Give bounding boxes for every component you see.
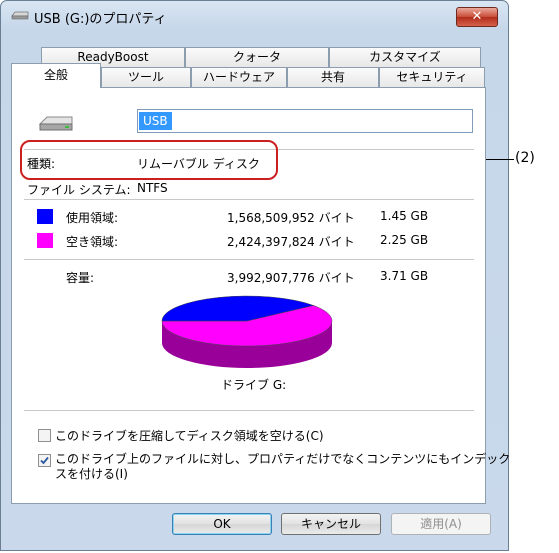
drive-icon xyxy=(38,116,73,131)
used-space-bytes: 1,568,509,952 バイト xyxy=(227,211,355,225)
close-button[interactable]: ✕ xyxy=(456,7,498,27)
compress-label[interactable]: このドライブを圧縮してディスク領域を空ける(C) xyxy=(55,427,324,444)
ok-button[interactable]: OK xyxy=(172,513,272,535)
compress-checkbox[interactable] xyxy=(38,429,51,442)
separator xyxy=(24,199,474,200)
separator xyxy=(24,410,474,411)
apply-button[interactable]: 適用(A) xyxy=(391,513,491,535)
free-space-bytes: 2,424,397,824 バイト xyxy=(227,235,355,249)
usb-drive-icon xyxy=(11,11,29,20)
window-title: USB (G:)のプロパティ xyxy=(34,12,167,27)
tab-tools[interactable]: ツール xyxy=(101,67,191,87)
separator xyxy=(24,259,474,260)
drive-letter-label: ドライブ G: xyxy=(221,378,287,392)
free-space-label: 空き領域: xyxy=(66,235,119,249)
free-space-size: 2.25 GB xyxy=(380,233,429,247)
tab-hardware[interactable]: ハードウェア xyxy=(191,67,287,87)
capacity-size: 3.71 GB xyxy=(380,269,429,283)
title-bar[interactable]: USB (G:)のプロパティ ✕ xyxy=(1,1,508,31)
used-space-size: 1.45 GB xyxy=(380,209,429,223)
filesystem-label: ファイル システム: xyxy=(27,183,131,197)
disk-usage-pie-chart xyxy=(161,295,333,368)
tab-sharing[interactable]: 共有 xyxy=(287,67,379,87)
drive-name-input[interactable]: USB xyxy=(137,109,473,133)
cancel-button[interactable]: キャンセル xyxy=(281,513,381,535)
free-space-swatch xyxy=(37,233,53,248)
tab-customize[interactable]: カスタマイズ xyxy=(329,47,481,67)
used-space-swatch xyxy=(37,209,53,224)
capacity-bytes: 3,992,907,776 バイト xyxy=(227,271,355,285)
index-label-line2[interactable]: スを付ける(I) xyxy=(55,465,128,482)
properties-window: USB (G:)のプロパティ ✕ ReadyBoost クォータ カスタマイズ … xyxy=(0,0,510,551)
type-highlight-annotation xyxy=(20,140,278,180)
drive-name-value: USB xyxy=(139,112,172,130)
check-icon xyxy=(40,456,49,465)
tab-general[interactable]: 全般 xyxy=(11,63,101,88)
index-checkbox[interactable] xyxy=(38,454,51,467)
tab-security[interactable]: セキュリティ xyxy=(379,67,485,87)
filesystem-value: NTFS xyxy=(137,181,168,195)
tab-quota[interactable]: クォータ xyxy=(185,47,329,67)
used-space-label: 使用領域: xyxy=(66,211,119,225)
close-icon: ✕ xyxy=(471,9,483,24)
callout-label: (2) xyxy=(515,150,535,166)
capacity-label: 容量: xyxy=(66,271,95,285)
